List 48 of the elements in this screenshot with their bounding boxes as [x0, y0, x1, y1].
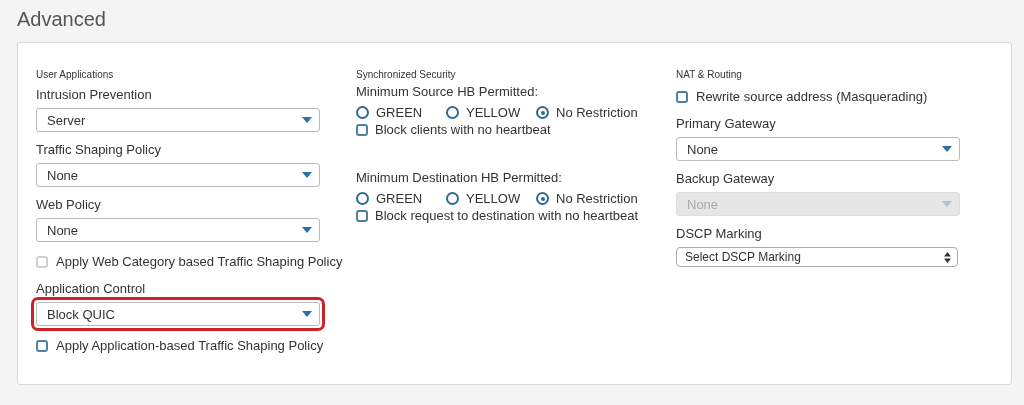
- radio-label: GREEN: [376, 191, 423, 206]
- radio-button[interactable]: [356, 106, 369, 119]
- field-label: Web Policy: [36, 197, 102, 212]
- caret-icon: [942, 201, 952, 207]
- checkbox-label: Block request to destination with no heartbeat: [375, 208, 639, 223]
- radio-label: YELLOW: [466, 191, 521, 206]
- radio-button[interactable]: [446, 192, 459, 205]
- field-label: Backup Gateway: [676, 171, 776, 186]
- field-label: Primary Gateway: [676, 116, 777, 131]
- checkbox[interactable]: [676, 90, 688, 103]
- checkbox[interactable]: [356, 209, 368, 222]
- radio-label: No Restriction: [556, 191, 638, 206]
- checkbox-label: Rewrite source address (Masquerading): [696, 89, 928, 104]
- updown-icon: [944, 251, 951, 263]
- checkbox-label: Apply Application-based Traffic Shaping Policy: [56, 338, 324, 353]
- radio-button[interactable]: [536, 192, 549, 205]
- checkbox[interactable]: [36, 339, 48, 352]
- field-label: Traffic Shaping Policy: [36, 142, 162, 157]
- field-label: Minimum Source HB Permitted:: [356, 84, 540, 99]
- dropdown[interactable]: None: [676, 137, 960, 161]
- checkbox-label: Apply Web Category based Traffic Shaping Policy: [56, 254, 343, 269]
- dropdown[interactable]: None: [36, 163, 320, 187]
- dropdown[interactable]: None: [36, 218, 320, 242]
- field-label: Intrusion Prevention: [36, 87, 153, 102]
- radio-label: YELLOW: [466, 105, 521, 120]
- field-label: DSCP Marking: [676, 226, 763, 241]
- radio-button[interactable]: [356, 192, 369, 205]
- radio-label: No Restriction: [556, 105, 638, 120]
- field-label: Application Control: [36, 281, 147, 296]
- caret-icon: [942, 146, 952, 152]
- checkbox[interactable]: [356, 123, 368, 136]
- page-title: Advanced: [17, 8, 107, 31]
- section-heading: Synchronized Security: [356, 69, 457, 80]
- dropdown[interactable]: Block QUIC: [36, 302, 320, 326]
- section-heading: User Applications: [36, 69, 115, 80]
- dropdown[interactable]: Server: [36, 108, 320, 132]
- caret-icon: [302, 117, 312, 123]
- radio-label: GREEN: [376, 105, 423, 120]
- dropdown[interactable]: Select DSCP Marking: [676, 247, 958, 267]
- caret-icon: [302, 227, 312, 233]
- section-heading: NAT & Routing: [676, 69, 743, 80]
- checkbox-label: Block clients with no heartbeat: [375, 122, 551, 137]
- checkbox[interactable]: [36, 255, 48, 268]
- caret-icon: [302, 172, 312, 178]
- radio-button[interactable]: [536, 106, 549, 119]
- field-label: Minimum Destination HB Permitted:: [356, 170, 563, 185]
- caret-icon: [302, 311, 312, 317]
- radio-button[interactable]: [446, 106, 459, 119]
